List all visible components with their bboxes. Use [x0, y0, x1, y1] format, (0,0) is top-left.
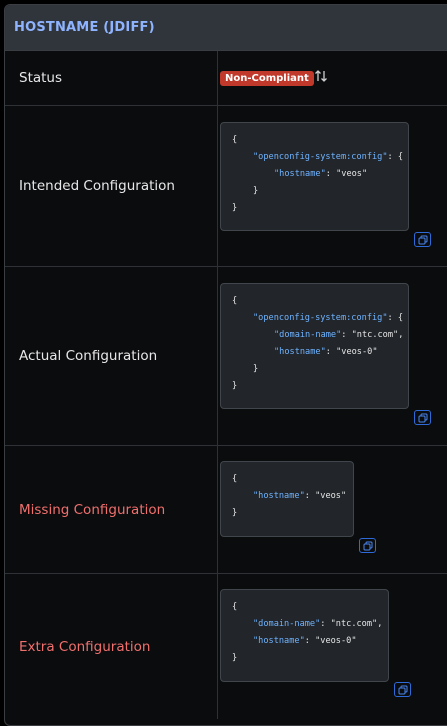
missing-config-row: Missing Configuration { "hostname": "veo…	[5, 446, 447, 574]
json-punct: :	[304, 491, 316, 501]
actual-config-code: { "openconfig-system:config": { "domain-…	[220, 283, 409, 409]
copy-icon	[363, 541, 372, 550]
json-value: "veos"	[336, 169, 368, 179]
json-key: "hostname"	[253, 491, 305, 501]
intended-config-label: Intended Configuration	[5, 106, 218, 266]
json-value: "veos-0"	[336, 347, 378, 357]
copy-button[interactable]	[414, 232, 431, 247]
copy-button[interactable]	[414, 410, 431, 425]
json-value: "veos"	[315, 491, 347, 501]
status-badge: Non-Compliant	[220, 71, 314, 86]
json-key: "hostname"	[274, 347, 326, 357]
json-value: "ntc.com",	[351, 330, 404, 340]
missing-config-code: { "hostname": "veos" }	[220, 461, 354, 537]
status-value-cell: Non-Compliant	[204, 51, 447, 105]
extra-config-code: { "domain-name": "ntc.com", "hostname": …	[220, 589, 389, 682]
json-key: "hostname"	[274, 169, 326, 179]
status-row: Status Non-Compliant	[5, 51, 447, 106]
intended-config-code: { "openconfig-system:config": { "hostnam…	[220, 122, 409, 231]
json-key: "openconfig-system:config"	[253, 152, 388, 162]
json-value: "veos-0"	[315, 636, 357, 646]
extra-config-row: Extra Configuration { "domain-name": "nt…	[5, 574, 447, 719]
json-punct: :	[320, 619, 331, 629]
json-punct: : {	[387, 313, 404, 323]
copy-icon	[418, 413, 427, 422]
code-brace: }	[253, 186, 259, 196]
copy-icon	[418, 235, 427, 244]
json-key: "openconfig-system:config"	[253, 313, 388, 323]
json-punct: :	[341, 330, 352, 340]
json-key: "hostname"	[253, 636, 305, 646]
actual-config-label: Actual Configuration	[5, 267, 218, 445]
actual-config-value-cell: { "openconfig-system:config": { "domain-…	[204, 267, 447, 445]
status-label: Status	[5, 51, 218, 105]
copy-button[interactable]	[394, 682, 411, 697]
panel-header: HOSTNAME (JDIFF)	[5, 5, 447, 51]
code-brace: }	[232, 653, 238, 663]
json-punct: : {	[387, 152, 404, 162]
json-punct: :	[304, 636, 316, 646]
diff-panel: HOSTNAME (JDIFF) Status Non-Compliant In…	[4, 4, 447, 726]
panel-title: HOSTNAME (JDIFF)	[14, 20, 155, 35]
code-brace: {	[232, 474, 238, 484]
json-key: "domain-name"	[253, 619, 321, 629]
missing-config-label: Missing Configuration	[5, 446, 218, 573]
extra-config-value-cell: { "domain-name": "ntc.com", "hostname": …	[204, 574, 447, 719]
json-value: "ntc.com",	[330, 619, 383, 629]
code-brace: {	[232, 602, 238, 612]
code-brace: }	[232, 508, 238, 518]
code-brace: {	[232, 296, 238, 306]
sort-arrows-icon[interactable]	[314, 68, 328, 84]
json-punct: :	[325, 169, 337, 179]
missing-config-value-cell: { "hostname": "veos" }	[204, 446, 447, 573]
intended-config-value-cell: { "openconfig-system:config": { "hostnam…	[204, 106, 447, 266]
copy-icon	[398, 685, 407, 694]
extra-config-label: Extra Configuration	[5, 574, 218, 719]
copy-button[interactable]	[359, 538, 376, 553]
actual-config-row: Actual Configuration { "openconfig-syste…	[5, 267, 447, 446]
json-key: "domain-name"	[274, 330, 342, 340]
intended-config-row: Intended Configuration { "openconfig-sys…	[5, 106, 447, 267]
code-brace: {	[232, 135, 238, 145]
code-brace: }	[232, 381, 238, 391]
code-brace: }	[232, 203, 238, 213]
code-brace: }	[253, 364, 259, 374]
json-punct: :	[325, 347, 337, 357]
